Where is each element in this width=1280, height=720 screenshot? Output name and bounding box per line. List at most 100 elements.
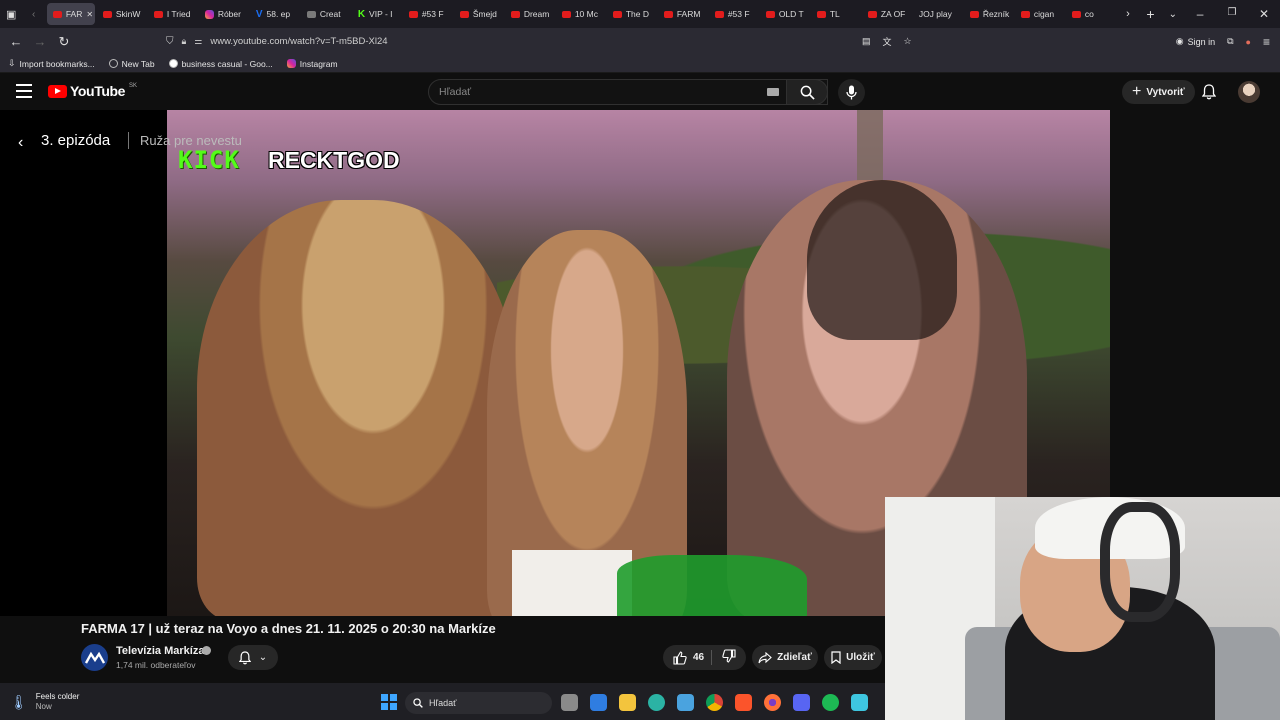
v-icon: V [255, 8, 263, 20]
task-view-icon[interactable] [561, 694, 578, 711]
browser-tab[interactable]: Šmejd [454, 3, 505, 25]
create-button[interactable]: + Vytvoriť [1122, 80, 1195, 104]
browser-tab[interactable]: Creat [301, 3, 352, 25]
back-arrow-icon[interactable]: ‹ [18, 134, 23, 152]
browser-tab-label: Creat [319, 9, 341, 19]
dislike-button[interactable] [722, 649, 736, 666]
weather-widget[interactable]: 🌡︎ Feels colder Now [10, 692, 79, 712]
bookmark-business-casual[interactable]: business casual - Goo... [168, 59, 273, 69]
search-input[interactable]: Hľadať [428, 79, 828, 105]
browser-tab[interactable]: cigan [1015, 3, 1066, 25]
store-icon[interactable] [590, 694, 607, 711]
browser-tab[interactable]: FAR ✕ [46, 3, 95, 25]
streamer-name-overlay: RECKTGOD [268, 147, 400, 173]
channel-name[interactable]: Televízia Markíza [116, 645, 204, 657]
bookmark-instagram[interactable]: Instagram [286, 58, 338, 69]
bookmark-label: New Tab [121, 58, 155, 69]
youtube-masthead: YouTube SK Hľadať + Vytvoriť [0, 73, 1280, 111]
avatar[interactable] [1238, 81, 1260, 103]
browser-tab[interactable]: #53 F [403, 3, 454, 25]
edge-icon[interactable] [648, 694, 665, 711]
browser-tab[interactable]: Róber [199, 3, 250, 25]
bookmark-star-icon[interactable]: ☆ [904, 36, 912, 47]
tab-list-icon[interactable]: ▣ [0, 8, 22, 21]
search-placeholder: Hľadať [439, 86, 472, 98]
close-window-icon[interactable]: ✕ [1248, 7, 1280, 21]
browser-tab[interactable]: Řezník [964, 3, 1015, 25]
bookmark-new-tab[interactable]: New Tab [108, 58, 155, 69]
brave-icon[interactable] [735, 694, 752, 711]
search-button[interactable] [786, 79, 828, 105]
url-text[interactable]: www.youtube.com/watch?v=T-m5BD-Xl24 [210, 36, 387, 47]
youtube-icon [561, 10, 571, 18]
windows-start-icon[interactable] [381, 694, 397, 710]
bookmark-import[interactable]: ⇩ Import bookmarks... [8, 58, 95, 69]
forward-icon[interactable]: → [28, 34, 52, 49]
back-icon[interactable]: ← [4, 34, 28, 49]
tab-scroll-left-icon[interactable]: ‹ [22, 9, 44, 20]
browser-tab[interactable]: The D [607, 3, 658, 25]
color-extension-icon[interactable]: ● [1246, 37, 1251, 47]
youtube-icon [612, 10, 622, 18]
extensions-icon[interactable]: ⧉ [1227, 36, 1233, 47]
discord-icon[interactable] [793, 694, 810, 711]
browser-tab[interactable]: FARM [658, 3, 709, 25]
browser-tab[interactable]: co [1066, 3, 1117, 25]
new-tab-icon[interactable]: + [1139, 6, 1161, 22]
minimize-icon[interactable]: – [1184, 7, 1216, 21]
browser-tab[interactable]: 10 Mc [556, 3, 607, 25]
chrome-icon[interactable] [706, 694, 723, 711]
shield-icon[interactable]: ⛉ [166, 36, 174, 47]
browser-tab[interactable]: TL [811, 3, 862, 25]
youtube-logo[interactable]: YouTube SK [48, 83, 137, 99]
browser-tab[interactable]: OLD T [760, 3, 811, 25]
weather-line-1: Feels colder [35, 692, 80, 701]
subscribed-notifications-button[interactable]: ⌄ [228, 645, 278, 670]
notepad-icon[interactable] [851, 694, 868, 711]
hamburger-menu-icon[interactable] [16, 84, 32, 98]
browser-tab-label: co [1084, 9, 1094, 19]
bell-icon [238, 650, 251, 664]
weather-line-2: Now [35, 702, 52, 711]
save-label: Uložiť [846, 652, 875, 663]
notifications-button[interactable] [1200, 83, 1218, 101]
reload-icon[interactable]: ↻ [52, 34, 76, 50]
lock-icon[interactable]: 🔒︎ [182, 36, 187, 47]
firefox-icon[interactable] [764, 694, 781, 711]
url-bar[interactable]: ⛉ 🔒︎ ⚌ www.youtube.com/watch?v=T-m5BD-Xl… [162, 32, 1082, 52]
sign-in-label: Sign in [1187, 36, 1216, 47]
close-tab-icon[interactable]: ✕ [86, 10, 93, 19]
save-button[interactable]: Uložiť [824, 645, 882, 670]
restore-icon[interactable]: ❐ [1216, 7, 1248, 21]
permissions-icon[interactable]: ⚌ [194, 36, 202, 47]
like-count: 46 [693, 652, 705, 663]
channel-avatar[interactable] [81, 644, 108, 671]
voice-search-button[interactable] [838, 79, 865, 106]
account-sign-in[interactable]: ◉ Sign in [1176, 36, 1215, 47]
browser-tab[interactable]: I Tried [148, 3, 199, 25]
file-explorer-icon[interactable] [619, 694, 636, 711]
menu-icon[interactable]: ≡ [1263, 35, 1270, 49]
like-button[interactable]: 46 [673, 650, 705, 665]
episode-title[interactable]: 3. epizóda [41, 132, 110, 149]
browser-tab[interactable]: K VIP - I [352, 3, 403, 25]
browser-tab-label: OLD T [778, 9, 804, 19]
spotify-icon[interactable] [822, 694, 839, 711]
bookmark-label: Instagram [299, 58, 338, 69]
browser-tab[interactable]: ZA OF [862, 3, 913, 25]
browser-tab-label: #53 F [727, 9, 750, 19]
share-button[interactable]: Zdieľať [752, 645, 818, 670]
reader-view-icon[interactable]: ▤ [862, 36, 871, 47]
browser-tab[interactable]: #53 F [709, 3, 760, 25]
browser-tab[interactable]: Dream [505, 3, 556, 25]
browser-tab[interactable]: V 58. ep [250, 3, 301, 25]
tab-scroll-right-icon[interactable]: › [1117, 8, 1139, 20]
keyboard-icon[interactable] [767, 88, 779, 96]
tab-overflow-icon[interactable]: ⌄ [1162, 9, 1184, 20]
share-label: Zdieľať [777, 652, 812, 663]
photos-icon[interactable] [677, 694, 694, 711]
translate-icon[interactable]: 文 [883, 35, 892, 48]
browser-tab[interactable]: SkinW [97, 3, 148, 25]
browser-tab[interactable]: JOJ play [913, 3, 964, 25]
taskbar-search[interactable]: Hľadať [405, 692, 552, 714]
